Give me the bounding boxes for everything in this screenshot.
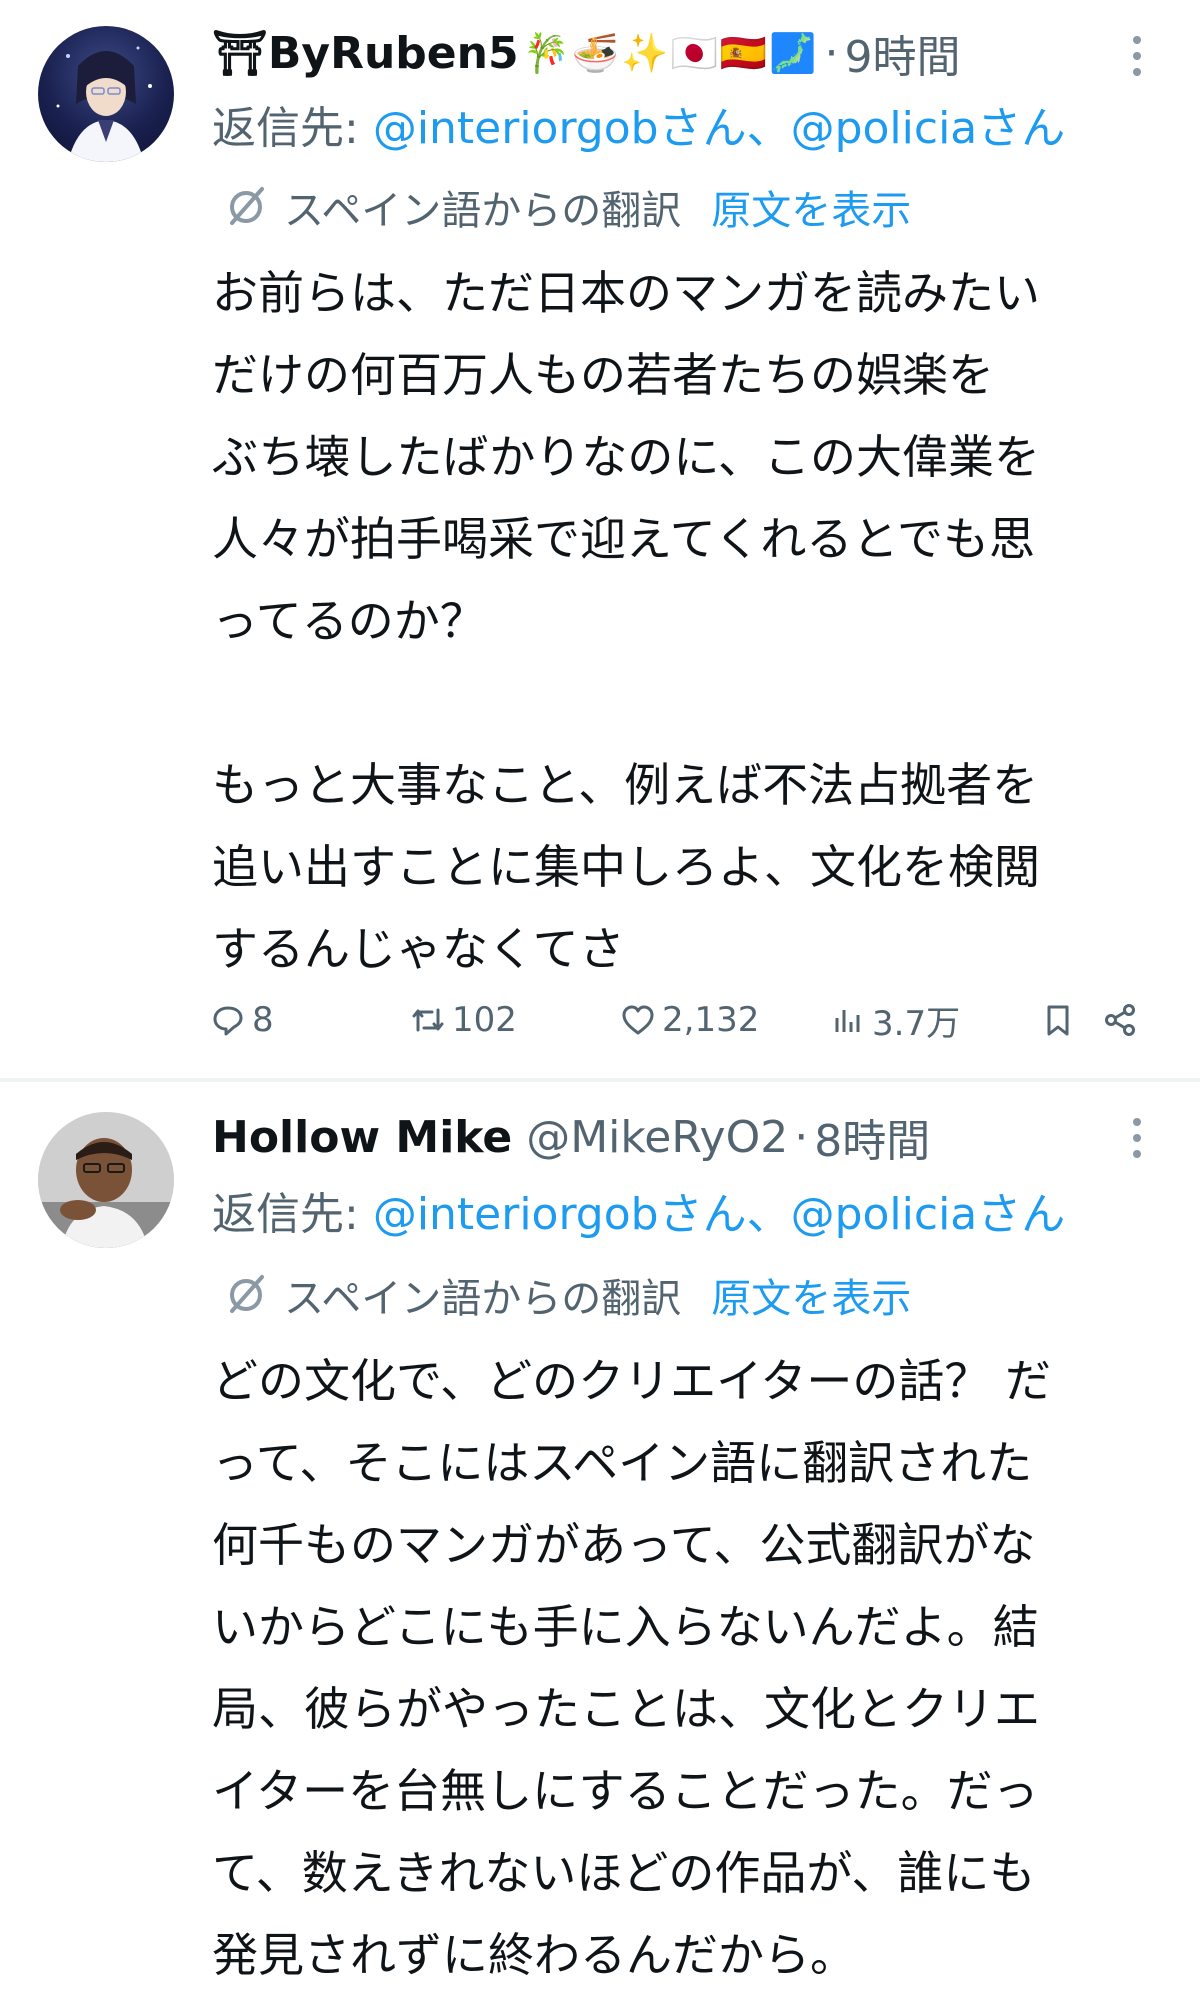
translation-label: スペイン語からの翻訳 bbox=[284, 188, 682, 234]
show-original-link[interactable]: 原文を表示 bbox=[711, 178, 911, 236]
separator-dot: · bbox=[794, 1111, 809, 1163]
translation-label: スペイン語からの翻訳 bbox=[284, 1276, 682, 1322]
speech-bubble-icon bbox=[213, 1006, 243, 1036]
like-button[interactable]: 2,132 bbox=[620, 990, 759, 1050]
avatar-image bbox=[38, 1112, 174, 1248]
views-button[interactable]: 3.7万 bbox=[830, 990, 960, 1050]
reply-button[interactable]: 8 bbox=[210, 990, 274, 1050]
avatar[interactable] bbox=[38, 26, 174, 162]
tweet-body: お前らは、ただ日本のマンガを読みたい だけの何百万人もの若者たちの娯楽を ぶち壊… bbox=[212, 266, 1040, 976]
tweet-header: ⛩ByRuben5 🎋🍜✨🇯🇵🇪🇸🗾 · 9時間 bbox=[212, 22, 960, 84]
show-original-link[interactable]: 原文を表示 bbox=[711, 1266, 911, 1324]
view-count: 3.7万 bbox=[872, 1003, 961, 1044]
name-emojis: 🎋🍜✨🇯🇵🇪🇸🗾 bbox=[522, 30, 819, 75]
reply-to-line: 返信先: @interiorgobさん、@policiaさん bbox=[212, 1178, 1065, 1242]
timestamp[interactable]: 9時間 bbox=[844, 21, 960, 85]
retweet-count: 102 bbox=[452, 1000, 517, 1040]
reply-to-line: 返信先: @interiorgobさん、@policiaさん bbox=[212, 92, 1065, 156]
retweet-arrows-icon bbox=[412, 1008, 444, 1032]
translation-notice: スペイン語からの翻訳 原文を表示 bbox=[222, 178, 911, 236]
timestamp[interactable]: 8時間 bbox=[814, 1105, 930, 1169]
bar-chart-icon bbox=[835, 1010, 860, 1032]
translate-icon bbox=[230, 187, 264, 225]
mention-separator: 、 bbox=[746, 103, 791, 154]
more-options-icon[interactable] bbox=[1132, 1118, 1142, 1158]
retweet-button[interactable]: 102 bbox=[410, 990, 517, 1050]
more-options-icon[interactable] bbox=[1132, 36, 1142, 76]
display-name[interactable]: ⛩ByRuben5 bbox=[212, 27, 519, 79]
bookmark-button[interactable] bbox=[1040, 990, 1082, 1050]
tweet-card[interactable]: Hollow Mike @MikeRyO2 · 8時間 返信先: @interi… bbox=[0, 1082, 1200, 1993]
display-name[interactable]: Hollow Mike bbox=[212, 1112, 512, 1163]
tweet-body: どの文化で、どのクリエイターの話？ だ って、そこにはスペイン語に翻訳された 何… bbox=[212, 1354, 1051, 1982]
avatar[interactable] bbox=[38, 1112, 174, 1248]
translation-notice: スペイン語からの翻訳 原文を表示 bbox=[222, 1266, 911, 1324]
separator-dot: · bbox=[824, 27, 839, 79]
avatar-image bbox=[56, 46, 152, 162]
bookmark-icon bbox=[1047, 1005, 1069, 1036]
user-handle[interactable]: @MikeRyO2 bbox=[526, 1112, 788, 1163]
translate-icon bbox=[230, 1275, 264, 1313]
tweet-header: Hollow Mike @MikeRyO2 · 8時間 bbox=[212, 1106, 930, 1168]
mention-link-interiorgob[interactable]: @interiorgobさん bbox=[373, 1189, 747, 1240]
reply-prefix: 返信先: bbox=[212, 103, 373, 154]
mention-link-interiorgob[interactable]: @interiorgobさん bbox=[373, 103, 747, 154]
like-count: 2,132 bbox=[662, 1000, 760, 1040]
action-bar: 8 102 2,132 3.7万 bbox=[210, 990, 1150, 1050]
share-icon bbox=[1105, 1004, 1135, 1036]
reply-count: 8 bbox=[252, 1000, 274, 1040]
mention-link-policia[interactable]: @policiaさん bbox=[791, 1189, 1066, 1240]
share-button[interactable] bbox=[1102, 990, 1144, 1050]
tweet-card[interactable]: ⛩ByRuben5 🎋🍜✨🇯🇵🇪🇸🗾 · 9時間 返信先: @interiorg… bbox=[0, 0, 1200, 1078]
heart-icon bbox=[622, 1005, 654, 1035]
reply-prefix: 返信先: bbox=[212, 1189, 373, 1240]
mention-separator: 、 bbox=[746, 1189, 791, 1240]
mention-link-policia[interactable]: @policiaさん bbox=[791, 103, 1066, 154]
